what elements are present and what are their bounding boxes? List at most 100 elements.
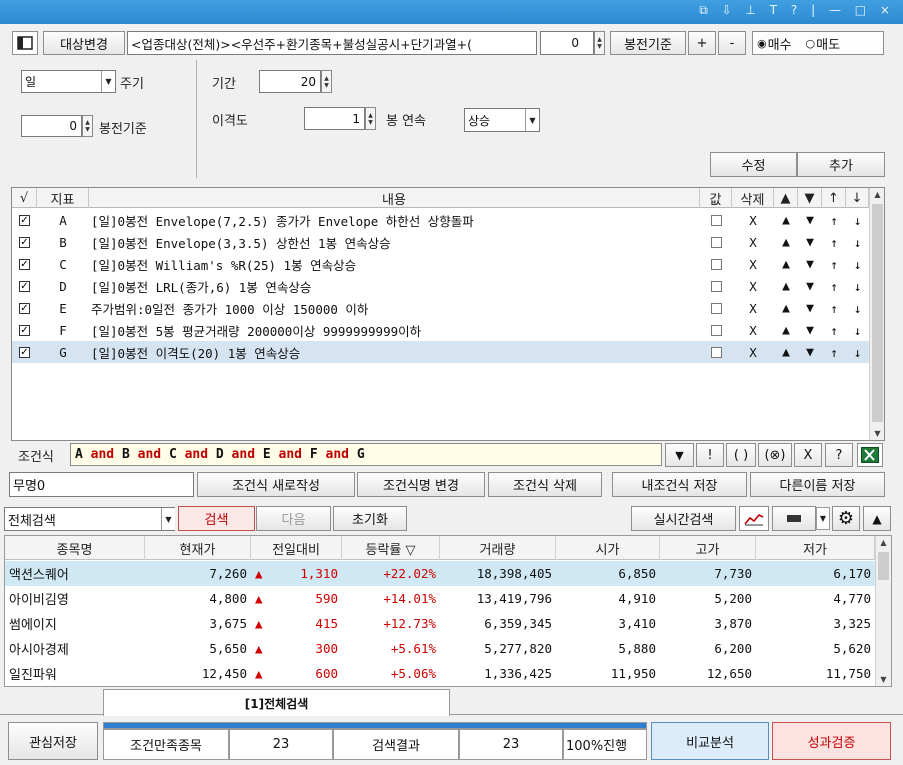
param-bong-spinner[interactable]: ▲ ▼	[82, 115, 93, 137]
condition-row[interactable]: ✓ G [일]0봉전 이격도(20) 1봉 연속상승 X ▲ ▼ ↑ ↓	[12, 341, 869, 363]
range-spinner[interactable]: ▲ ▼	[321, 70, 332, 93]
condition-checkbox[interactable]: ✓	[12, 253, 37, 275]
search-scope-select[interactable]: 전체검색	[4, 507, 175, 531]
watch-save-button[interactable]: 관심저장	[8, 722, 98, 760]
move-bottom-icon[interactable]: ↓	[846, 253, 869, 275]
target-change-button[interactable]: 대상변경	[43, 31, 125, 55]
stock-name[interactable]: 썸에이지	[5, 611, 145, 636]
compare-analysis-button[interactable]: 비교분석	[651, 722, 769, 760]
condition-row[interactable]: ✓ C [일]0봉전 William's %R(25) 1봉 연속상승 X ▲ ▼ ↑ ↓	[12, 253, 869, 275]
move-bottom-icon[interactable]: ↓	[846, 297, 869, 319]
col-price-header[interactable]: 현재가	[145, 536, 251, 560]
move-up-icon[interactable]: ▲	[774, 231, 798, 253]
condition-value-checkbox[interactable]	[700, 209, 732, 231]
collapse-up-icon[interactable]: ▲	[863, 506, 891, 531]
formula-x-button[interactable]: X	[794, 443, 822, 467]
save-condition-button[interactable]: 내조건식 저장	[612, 472, 747, 497]
formula-down-button[interactable]: ▼	[665, 443, 694, 467]
col-open-header[interactable]: 시가	[556, 536, 660, 560]
move-top-icon[interactable]: ↑	[822, 297, 846, 319]
consec-input[interactable]: 1	[304, 107, 365, 130]
move-bottom-icon[interactable]: ↓	[846, 231, 869, 253]
formula-field[interactable]: A and B and C and D and E and F and G	[70, 443, 662, 466]
target-field[interactable]: <업종대상(전체)><우선주+환기종목+불성실공시+단기과열+(	[127, 31, 537, 55]
condition-row[interactable]: ✓ D [일]0봉전 LRL(종가,6) 1봉 연속상승 X ▲ ▼ ↑ ↓	[12, 275, 869, 297]
move-top-icon[interactable]: ↑	[822, 341, 846, 363]
move-up-icon[interactable]: ▲	[774, 341, 798, 363]
result-row[interactable]: 아이비김영 4,800 ▲ 590 +14.01% 13,419,796 4,910 5,20…	[5, 586, 875, 611]
condition-content[interactable]: [일]0봉전 William's %R(25) 1봉 연속상승	[89, 253, 700, 275]
condition-name-field[interactable]: 무명0	[9, 472, 194, 497]
col-high-header[interactable]: 고가	[660, 536, 756, 560]
sell-radio[interactable]: ○ 매도	[806, 34, 841, 53]
condition-value-checkbox[interactable]	[700, 253, 732, 275]
condition-checkbox[interactable]: ✓	[12, 341, 37, 363]
condition-delete-button[interactable]: X	[732, 275, 774, 297]
move-top-icon[interactable]: ↑	[822, 209, 846, 231]
search-button[interactable]: 검색	[178, 506, 255, 531]
condition-value-checkbox[interactable]	[700, 341, 732, 363]
view-mode-dropdown-icon[interactable]: ▼	[816, 507, 830, 530]
minus-button[interactable]: -	[718, 31, 746, 55]
move-down-icon[interactable]: ▼	[798, 319, 822, 341]
direction-dropdown-icon[interactable]: ▼	[525, 109, 539, 131]
scroll-up-icon[interactable]: ▲	[870, 190, 884, 199]
formula-help-button[interactable]: ?	[825, 443, 853, 467]
condition-delete-button[interactable]: X	[732, 231, 774, 253]
move-down-icon[interactable]: ▼	[798, 275, 822, 297]
condition-content[interactable]: [일]0봉전 LRL(종가,6) 1봉 연속상승	[89, 275, 700, 297]
condition-delete-button[interactable]: X	[732, 209, 774, 231]
col-change-header[interactable]: 전일대비	[251, 536, 342, 560]
result-row[interactable]: 액션스퀘어 7,260 ▲ 1,310 +22.02% 18,398,405 6,850 7,…	[5, 561, 875, 586]
col-low-header[interactable]: 저가	[756, 536, 875, 560]
stock-name[interactable]: 아시아경제	[5, 636, 145, 661]
formula-paren-button[interactable]: ( )	[726, 443, 756, 467]
condition-value-checkbox[interactable]	[700, 319, 732, 341]
move-up-icon[interactable]: ▲	[774, 253, 798, 275]
move-down-icon[interactable]: ▼	[798, 341, 822, 363]
verify-performance-button[interactable]: 성과검증	[772, 722, 891, 760]
result-row[interactable]: 썸에이지 3,675 ▲ 415 +12.73% 6,359,345 3,410 3,870 3…	[5, 611, 875, 636]
toolbar-bong-label-button[interactable]: 봉전기준	[610, 31, 686, 55]
move-down-icon[interactable]: ▼	[798, 253, 822, 275]
col-rate-header[interactable]: 등락률 ▽	[342, 536, 440, 560]
condition-content[interactable]: [일]0봉전 5봉 평균거래량 200000이상 9999999999이하	[89, 319, 700, 341]
condition-checkbox[interactable]: ✓	[12, 209, 37, 231]
stock-name[interactable]: 일진파워	[5, 661, 145, 686]
condition-row[interactable]: ✓ A [일]0봉전 Envelope(7,2.5) 종가가 Envelope 하한…	[12, 209, 869, 231]
next-button[interactable]: 다음	[256, 506, 331, 531]
scroll-thumb[interactable]	[872, 204, 883, 422]
range-input[interactable]: 20	[259, 70, 321, 93]
formula-not-button[interactable]: !	[696, 443, 724, 467]
condition-checkbox[interactable]: ✓	[12, 231, 37, 253]
move-bottom-icon[interactable]: ↓	[846, 209, 869, 231]
condition-content[interactable]: 주가범위:0일전 종가가 1000 이상 150000 이하	[89, 297, 700, 319]
scroll-down-icon[interactable]: ▼	[870, 429, 884, 438]
new-condition-button[interactable]: 조건식 새로작성	[197, 472, 355, 497]
window-controls[interactable]: ⧉ ⇩ ⊥ T ? | — □ ×	[699, 3, 895, 18]
realtime-search-button[interactable]: 실시간검색	[631, 506, 736, 531]
toolbar-bong-input[interactable]: 0	[540, 31, 594, 55]
move-top-icon[interactable]: ↑	[822, 253, 846, 275]
result-row[interactable]: 일진파워 12,450 ▲ 600 +5.06% 1,336,425 11,950 12,65…	[5, 661, 875, 686]
condition-checkbox[interactable]: ✓	[12, 319, 37, 341]
move-up-icon[interactable]: ▲	[774, 209, 798, 231]
period-type-dropdown-icon[interactable]: ▼	[101, 71, 115, 92]
stock-name[interactable]: 액션스퀘어	[5, 561, 145, 586]
condition-row[interactable]: ✓ E 주가범위:0일전 종가가 1000 이상 150000 이하 X ▲ ▼ ↑ ↓	[12, 297, 869, 319]
condition-delete-button[interactable]: X	[732, 297, 774, 319]
result-scroll-down-icon[interactable]: ▼	[876, 675, 891, 684]
condition-value-checkbox[interactable]	[700, 297, 732, 319]
condition-value-checkbox[interactable]	[700, 231, 732, 253]
move-down-icon[interactable]: ▼	[798, 297, 822, 319]
condition-content[interactable]: [일]0봉전 Envelope(7,2.5) 종가가 Envelope 하한선 …	[89, 209, 700, 231]
condition-delete-button[interactable]: X	[732, 253, 774, 275]
condition-scrollbar[interactable]: ▲ ▼	[869, 188, 884, 440]
consec-spinner[interactable]: ▲ ▼	[365, 107, 376, 130]
move-down-icon[interactable]: ▼	[798, 231, 822, 253]
move-top-icon[interactable]: ↑	[822, 275, 846, 297]
condition-delete-button[interactable]: X	[732, 319, 774, 341]
condition-value-checkbox[interactable]	[700, 275, 732, 297]
view-mode-button[interactable]	[772, 506, 816, 531]
move-up-icon[interactable]: ▲	[774, 275, 798, 297]
